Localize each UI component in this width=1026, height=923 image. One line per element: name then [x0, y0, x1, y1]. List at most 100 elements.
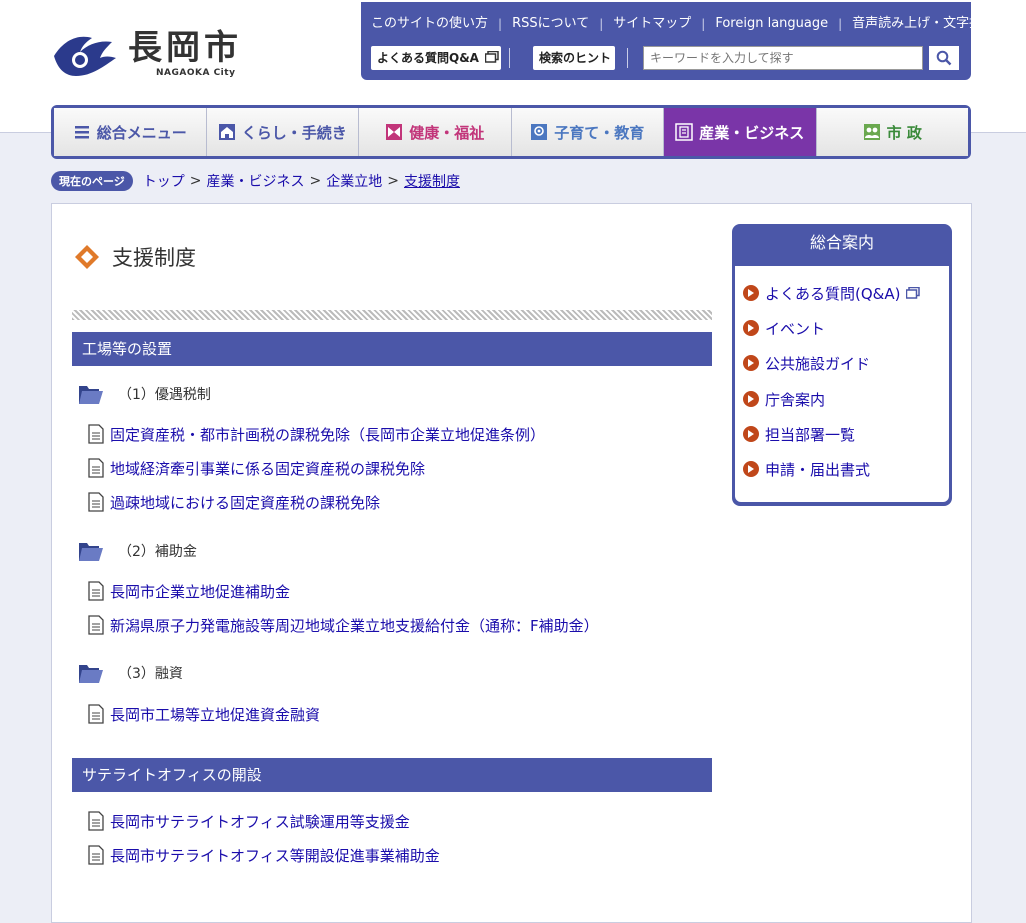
breadcrumb-badge: 現在のページ [51, 171, 133, 191]
link-item: 新潟県原子力発電施設等周辺地域企業立地支援給付金（通称：F補助金） [88, 614, 599, 636]
logo-subtext: NAGAOKA City [156, 68, 236, 78]
sidebar-link-departments[interactable]: 担当部署一覧 [765, 424, 855, 445]
health-icon [386, 124, 403, 140]
breadcrumb-link-location[interactable]: 企業立地 [326, 171, 382, 191]
house-icon [218, 124, 235, 140]
link-depopulated-area-tax-exemption[interactable]: 過疎地域における固定資産税の課税免除 [110, 492, 380, 513]
header-utility-box: このサイトの使い方 | RSSについて | サイトマップ | Foreign l… [361, 2, 1008, 80]
search-input[interactable] [643, 46, 923, 70]
arrow-right-icon [743, 285, 759, 301]
link-satellite-office-trial-support[interactable]: 長岡市サテライトオフィス試験運用等支援金 [110, 811, 410, 832]
logo-text: 長岡市 [128, 28, 242, 68]
nav-label: 子育て・教育 [554, 123, 645, 142]
header-links: このサイトの使い方 | RSSについて | サイトマップ | Foreign l… [361, 14, 1008, 34]
folder-group-subsidy: （2）補助金 [78, 536, 197, 566]
folder-label: （1）優遇税制 [118, 387, 211, 403]
sidebar-title: 総合案内 [809, 233, 874, 252]
folder-icon [79, 386, 103, 404]
breadcrumb: 現在のページ トップ > 産業・ビジネス > 企業立地 > 支援制度 [51, 171, 460, 191]
link-item: 過疎地域における固定資産税の課税免除 [88, 491, 380, 513]
link-f-subsidy[interactable]: 新潟県原子力発電施設等周辺地域企業立地支援給付金（通称：F補助金） [110, 615, 599, 636]
kids-icon [531, 124, 548, 140]
divider [627, 48, 628, 68]
header-link-rss[interactable]: RSSについて [502, 16, 599, 32]
nav-label: 産業・ビジネス [699, 123, 805, 142]
document-icon [88, 492, 104, 512]
search-hint-button[interactable]: 検索のヒント [533, 46, 615, 70]
divider [509, 48, 510, 68]
nav-item-industry-business[interactable]: 産業・ビジネス [664, 108, 817, 156]
document-icon [88, 845, 104, 865]
header-link-foreign-language[interactable]: Foreign language [705, 16, 838, 32]
folder-group-loan: （3）融資 [78, 658, 183, 688]
link-satellite-office-opening-subsidy[interactable]: 長岡市サテライトオフィス等開設促進事業補助金 [110, 845, 440, 866]
sidebar-link-events[interactable]: イベント [765, 318, 825, 339]
sidebar-link-faq[interactable]: よくある質問(Q&A) [765, 283, 900, 304]
nav-item-health-welfare[interactable]: 健康・福祉 [359, 108, 512, 156]
arrow-right-icon [743, 461, 759, 477]
document-icon [88, 615, 104, 635]
document-icon [88, 424, 104, 444]
global-nav: 総合メニュー くらし・手続き 健康・福祉 子育て・教育 産業・ビジネス 市 政 [51, 105, 971, 159]
sidebar-body: よくある質問(Q&A) イベント 公共施設ガイド 庁舎案内 担当部署一覧 申請・… [735, 266, 949, 502]
folder-icon [79, 543, 103, 561]
search-button[interactable] [929, 46, 959, 70]
nav-item-general-menu[interactable]: 総合メニュー [54, 108, 207, 156]
nav-item-city-government[interactable]: 市 政 [816, 108, 968, 156]
arrow-right-icon [743, 426, 759, 442]
page-title-text: 支援制度 [112, 246, 196, 270]
nav-item-living[interactable]: くらし・手続き [206, 108, 359, 156]
page-title: 支援制度 [74, 242, 196, 272]
link-item: 長岡市工場等立地促進資金融資 [88, 703, 320, 725]
sidebar-link-public-facilities[interactable]: 公共施設ガイド [765, 353, 870, 374]
folder-label: （2）補助金 [118, 544, 197, 560]
sidebar-link-city-hall[interactable]: 庁舎案内 [765, 389, 825, 410]
search-icon [936, 50, 952, 66]
document-icon [88, 811, 104, 831]
header-link-accessibility[interactable]: 音声読み上げ・文字拡大等 [842, 16, 1018, 32]
link-regional-economy-tax-exemption[interactable]: 地域経済牽引事業に係る固定資産税の課税免除 [110, 458, 425, 479]
document-icon [88, 458, 104, 478]
people-icon [863, 124, 880, 140]
link-item: 長岡市サテライトオフィス等開設促進事業補助金 [88, 844, 440, 866]
link-item: 長岡市サテライトオフィス試験運用等支援金 [88, 810, 410, 832]
external-window-icon [906, 287, 921, 299]
sidebar-item: イベント [743, 317, 825, 339]
link-fixed-asset-tax-exemption[interactable]: 固定資産税・都市計画税の課税免除（長岡市企業立地促進条例） [110, 424, 545, 445]
link-item: 固定資産税・都市計画税の課税免除（長岡市企業立地促進条例） [88, 423, 545, 445]
section-heading-factory: 工場等の設置 [72, 332, 712, 366]
header-link-sitemap[interactable]: サイトマップ [603, 16, 701, 32]
nav-item-childcare-education[interactable]: 子育て・教育 [511, 108, 664, 156]
link-factory-location-loan[interactable]: 長岡市工場等立地促進資金融資 [110, 704, 320, 725]
section-heading-satellite-office: サテライトオフィスの開設 [72, 758, 712, 792]
sidebar-item: 申請・届出書式 [743, 458, 870, 480]
sidebar-item: 庁舎案内 [743, 388, 825, 410]
external-window-icon [484, 50, 499, 63]
document-icon [88, 704, 104, 724]
folder-label: （3）融資 [118, 666, 183, 682]
arrow-right-icon [743, 355, 759, 371]
content-panel: 支援制度 工場等の設置 （1）優遇税制 固定資産税・都市計画税の課税免除（長岡市… [51, 203, 972, 923]
hatch-divider [72, 310, 712, 320]
site-logo[interactable]: 長岡市 NAGAOKA City [52, 24, 252, 84]
folder-group-tax: （1）優遇税制 [78, 379, 211, 409]
breadcrumb-link-industry[interactable]: 産業・ビジネス [207, 171, 305, 191]
nav-label: 市 政 [886, 123, 922, 142]
header-link-how-to-use[interactable]: このサイトの使い方 [361, 16, 498, 32]
building-icon [675, 123, 693, 141]
menu-icon [74, 126, 89, 139]
sidebar-general-guide: 総合案内 よくある質問(Q&A) イベント 公共施設ガイド 庁舎案内 担当部署一… [732, 224, 952, 506]
nav-label: 総合メニュー [96, 123, 187, 142]
header-search-row: よくある質問Q&A 検索のヒント [371, 46, 961, 72]
folder-icon [79, 665, 103, 683]
faq-button[interactable]: よくある質問Q&A [371, 46, 501, 70]
link-location-promotion-subsidy[interactable]: 長岡市企業立地促進補助金 [110, 581, 290, 602]
breadcrumb-current: 支援制度 [403, 174, 460, 190]
faq-label: よくある質問Q&A [377, 51, 479, 65]
sidebar-link-forms[interactable]: 申請・届出書式 [765, 459, 870, 480]
sidebar-item: 担当部署一覧 [743, 423, 855, 445]
arrow-right-icon [743, 320, 759, 336]
phoenix-logo-icon [54, 36, 116, 76]
sidebar-item: よくある質問(Q&A) [743, 282, 921, 304]
breadcrumb-link-top[interactable]: トップ [143, 171, 185, 191]
